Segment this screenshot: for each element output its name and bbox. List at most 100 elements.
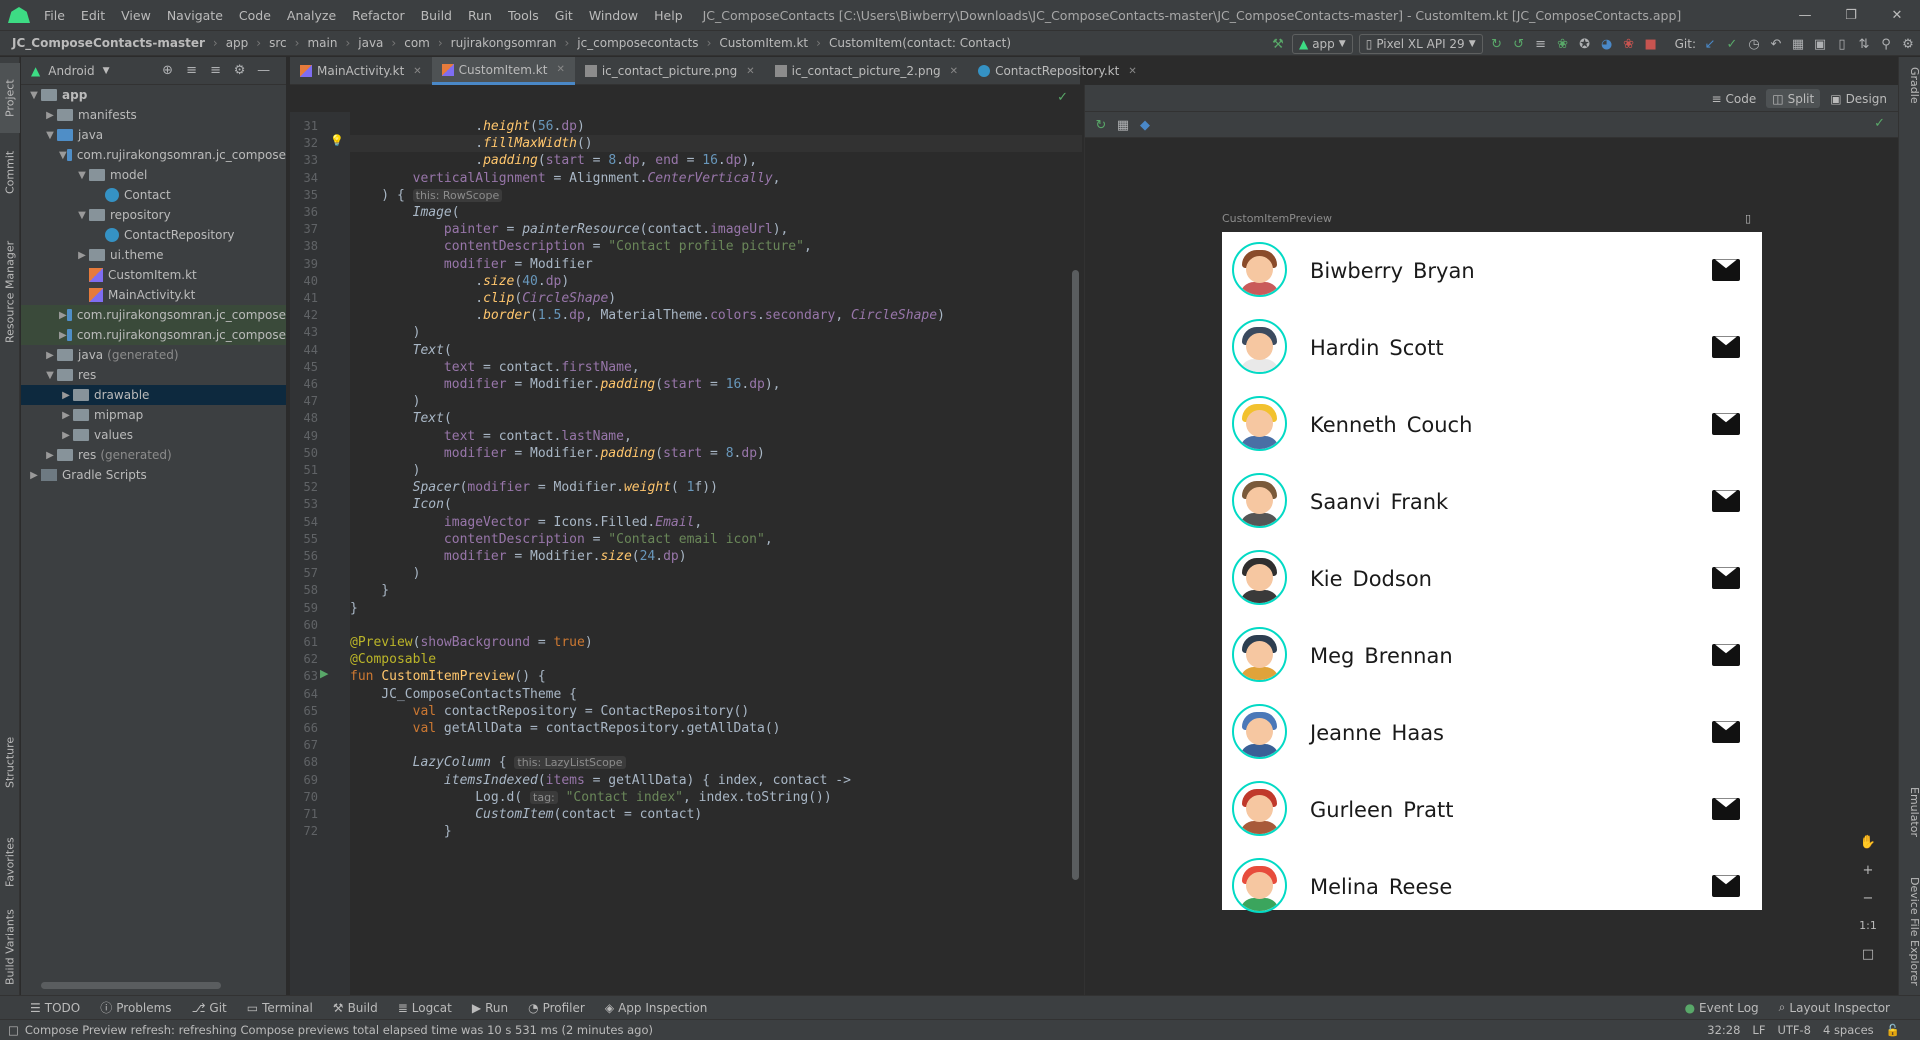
chevron-right-icon[interactable]: ▶ [27, 470, 41, 481]
project-tree-item[interactable]: ▼ java [21, 125, 286, 145]
code-line[interactable]: Text( [350, 410, 452, 427]
chevron-right-icon[interactable]: ▶ [43, 350, 57, 361]
editor-tab[interactable]: ContactRepository.kt ✕ [968, 57, 1147, 85]
project-tree-item[interactable]: ▶ ui.theme [21, 245, 286, 265]
code-line[interactable]: @Composable [350, 651, 436, 668]
structure-tool-tab[interactable]: Structure [0, 717, 20, 807]
menu-item-file[interactable]: File [36, 8, 73, 23]
code-line[interactable]: CustomItem(contact = contact) [350, 806, 702, 823]
settings-icon[interactable]: ⚙ [1900, 36, 1916, 52]
project-tree-item[interactable]: ▶ com.rujirakongsomran.jc_compose [21, 305, 286, 325]
menu-item-edit[interactable]: Edit [73, 8, 113, 23]
chevron-down-icon[interactable]: ▼ [59, 150, 67, 161]
debug-icon[interactable]: ❀ [1555, 36, 1571, 52]
code-line[interactable]: .height(56.dp) [350, 118, 585, 135]
breadcrumb-item[interactable]: src [269, 36, 287, 50]
breadcrumb-item[interactable]: jc_composecontacts [577, 36, 698, 50]
chevron-down-icon[interactable]: ▼ [43, 130, 57, 141]
project-tree-item[interactable]: ▼ repository [21, 205, 286, 225]
chevron-down-icon[interactable]: ▼ [75, 170, 89, 181]
project-tree-item[interactable]: ▶ com.rujirakongsomran.jc_compose [21, 325, 286, 345]
tool-window-event-log[interactable]: ● Event Log [1675, 1000, 1769, 1015]
project-tree-item[interactable]: CustomItem.kt [21, 265, 286, 285]
code-line[interactable]: Text( [350, 342, 452, 359]
project-tool-tab[interactable]: Project [0, 63, 20, 133]
breadcrumb-item[interactable]: main [307, 36, 337, 50]
code-line[interactable]: ) [350, 462, 421, 479]
code-line[interactable]: contentDescription = "Contact email icon… [350, 531, 773, 548]
code-line[interactable]: modifier = Modifier.padding(start = 8.dp… [350, 445, 765, 462]
hide-panel-icon[interactable]: — [256, 63, 272, 79]
rerun-icon[interactable]: ↻ [1489, 36, 1505, 52]
gear-icon[interactable]: ⚙ [232, 63, 248, 79]
sdk-manager-icon[interactable]: ▣ [1812, 36, 1828, 52]
zoom-reset-button[interactable]: 1:1 [1859, 919, 1877, 937]
code-line[interactable]: LazyColumn { this: LazyListScope [350, 754, 626, 771]
layout-grid-icon[interactable]: ▦ [1115, 117, 1131, 133]
code-line[interactable]: Image( [350, 204, 460, 221]
maximize-icon[interactable]: ❐ [1828, 0, 1874, 30]
code-line[interactable]: text = contact.lastName, [350, 428, 632, 445]
minimize-icon[interactable]: — [1782, 0, 1828, 30]
code-line[interactable]: ) [350, 324, 421, 341]
code-line[interactable]: itemsIndexed(items = getAllData) { index… [350, 772, 851, 789]
run-gutter-icon[interactable]: ▶ [320, 667, 328, 680]
chevron-right-icon[interactable]: ▶ [75, 250, 89, 261]
breadcrumb-item[interactable]: app [226, 36, 249, 50]
tool-window-build[interactable]: ⚒ Build [323, 999, 388, 1016]
breadcrumb-item[interactable]: JC_ComposeContacts-master [12, 36, 205, 50]
project-tree-item[interactable]: ContactRepository [21, 225, 286, 245]
close-tab-icon[interactable]: ✕ [950, 66, 958, 77]
menu-item-navigate[interactable]: Navigate [159, 8, 231, 23]
layers-icon[interactable]: ◆ [1137, 117, 1153, 133]
project-tree-item[interactable]: ▶ mipmap [21, 405, 286, 425]
code-line[interactable]: modifier = Modifier.size(24.dp) [350, 548, 687, 565]
code-line[interactable]: .size(40.dp) [350, 273, 569, 290]
project-tree-item[interactable]: ▶ manifests [21, 105, 286, 125]
refresh-preview-icon[interactable]: ↻ [1093, 117, 1109, 133]
project-tree-item[interactable]: ▶ drawable [21, 385, 286, 405]
status-indicator-icon[interactable]: □ [8, 1023, 19, 1037]
menu-item-window[interactable]: Window [581, 8, 646, 23]
menu-item-build[interactable]: Build [413, 8, 460, 23]
tool-window-logcat[interactable]: ≣ Logcat [388, 999, 462, 1016]
code-line[interactable]: Spacer(modifier = Modifier.weight( 1f)) [350, 479, 718, 496]
close-icon[interactable]: ✕ [1874, 0, 1920, 30]
gradle-tool-tab[interactable]: Gradle [1901, 67, 1920, 127]
menu-item-analyze[interactable]: Analyze [279, 8, 344, 23]
search-icon[interactable]: ⚲ [1878, 36, 1894, 52]
close-tab-icon[interactable]: ✕ [746, 66, 754, 77]
code-line[interactable]: .padding(start = 8.dp, end = 16.dp), [350, 152, 757, 169]
git-commit-icon[interactable]: ✓ [1724, 36, 1740, 52]
indent-setting[interactable]: 4 spaces [1823, 1023, 1874, 1037]
breadcrumb-item[interactable]: java [358, 36, 383, 50]
chevron-down-icon[interactable]: ▼ [103, 66, 110, 76]
resource-manager-tool-tab[interactable]: Resource Manager [0, 217, 20, 367]
code-line[interactable]: .clip(CircleShape) [350, 290, 616, 307]
code-line[interactable]: Icon( [350, 496, 452, 513]
zoom-out-icon[interactable]: − [1863, 891, 1874, 909]
project-tree-item[interactable]: ▶ Gradle Scripts [21, 465, 286, 485]
editor-tab[interactable]: CustomItem.kt ✕ [431, 57, 575, 85]
code-line[interactable]: @Preview(showBackground = true) [350, 634, 593, 651]
tool-window-profiler[interactable]: ◔ Profiler [518, 999, 595, 1016]
chevron-right-icon[interactable]: ▶ [59, 390, 73, 401]
git-update-icon[interactable]: ↙ [1702, 36, 1718, 52]
code-line[interactable]: verticalAlignment = Alignment.CenterVert… [350, 170, 781, 187]
chevron-right-icon[interactable]: ▶ [43, 450, 57, 461]
chevron-right-icon[interactable]: ▶ [59, 330, 67, 341]
code-editor[interactable]: .height(56.dp) .fillMaxWidth() .padding(… [350, 112, 1082, 995]
code-line[interactable]: val contactRepository = ContactRepositor… [350, 703, 750, 720]
file-encoding[interactable]: UTF-8 [1777, 1023, 1811, 1037]
line-separator[interactable]: LF [1752, 1023, 1765, 1037]
git-rollback-icon[interactable]: ↶ [1768, 36, 1784, 52]
editor-tab[interactable]: MainActivity.kt ✕ [290, 57, 432, 85]
profile-icon[interactable]: ◕ [1599, 36, 1615, 52]
code-line[interactable]: text = contact.firstName, [350, 359, 640, 376]
apply-changes-icon[interactable]: ↺ [1511, 36, 1527, 52]
code-line[interactable]: Log.d( tag: "Contact index", index.toStr… [350, 789, 832, 806]
chevron-down-icon[interactable]: ▼ [75, 210, 89, 221]
pan-hand-icon[interactable]: ✋ [1860, 835, 1876, 853]
code-line[interactable]: ) [350, 393, 421, 410]
code-line[interactable]: painter = painterResource(contact.imageU… [350, 221, 788, 238]
